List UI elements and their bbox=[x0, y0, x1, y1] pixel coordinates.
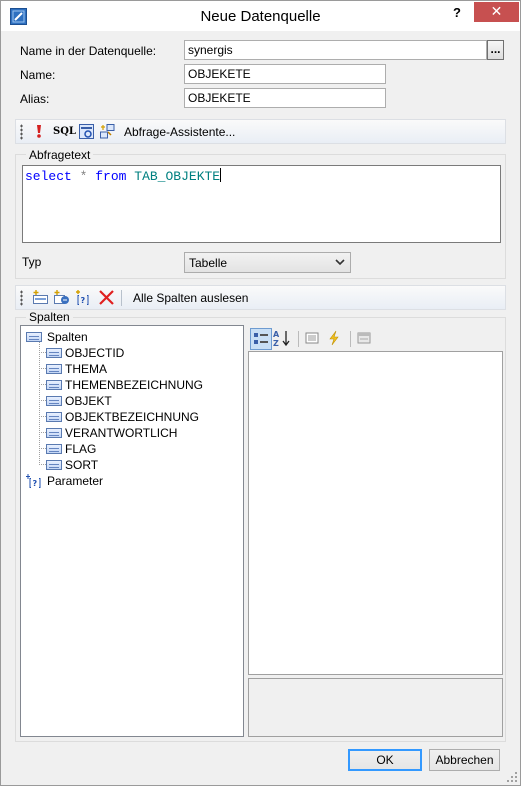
property-grid-toolbar: AZ bbox=[248, 327, 504, 351]
chevron-down-icon bbox=[335, 259, 345, 266]
close-button[interactable]: ✕ bbox=[474, 2, 519, 22]
read-all-columns-button[interactable]: Alle Spalten auslesen bbox=[133, 291, 248, 305]
properties-icon[interactable] bbox=[302, 328, 324, 350]
column-icon bbox=[46, 460, 62, 470]
ok-button[interactable]: OK bbox=[348, 749, 422, 771]
browse-button[interactable]: ... bbox=[487, 40, 504, 60]
column-icon bbox=[46, 348, 62, 358]
help-button[interactable]: ? bbox=[445, 4, 469, 24]
parameter-icon: ? bbox=[26, 474, 41, 488]
text-caret bbox=[220, 168, 222, 182]
typ-value: Tabelle bbox=[189, 256, 228, 270]
svg-text:?: ? bbox=[81, 296, 86, 305]
toolbar-separator bbox=[121, 290, 122, 306]
column-icon bbox=[46, 444, 62, 454]
column-icon bbox=[46, 396, 62, 406]
alphabetical-icon[interactable]: AZ bbox=[272, 328, 294, 350]
datasource-name-label: Name in der Datenquelle: bbox=[20, 44, 157, 58]
dialog-window: Neue Datenquelle ? ✕ Name in der Datenqu… bbox=[0, 0, 521, 786]
svg-text:?: ? bbox=[33, 479, 38, 488]
tree-line bbox=[39, 342, 40, 465]
query-group-title: Abfragetext bbox=[26, 148, 94, 162]
column-icon bbox=[46, 364, 62, 374]
alias-input[interactable]: OBJEKETE bbox=[184, 88, 386, 108]
toolbar-grip[interactable] bbox=[20, 124, 23, 140]
typ-dropdown[interactable]: Tabelle bbox=[184, 252, 351, 273]
query-toolbar: SQL Abfrage-Assistente... bbox=[15, 119, 506, 144]
column-icon bbox=[46, 412, 62, 422]
property-grid[interactable] bbox=[248, 351, 503, 675]
name-input[interactable]: OBJEKETE bbox=[184, 64, 386, 84]
toolbar-separator bbox=[298, 331, 299, 347]
name-label: Name: bbox=[20, 68, 56, 82]
add-column-icon[interactable] bbox=[32, 289, 49, 306]
add-parameter-icon[interactable]: ? bbox=[74, 289, 91, 306]
query-wizard-icon[interactable] bbox=[99, 123, 116, 140]
sql-table-name: TAB_OBJEKTE bbox=[134, 169, 221, 184]
query-test-icon[interactable] bbox=[78, 123, 95, 140]
svg-text:A: A bbox=[273, 330, 280, 339]
sql-icon[interactable]: SQL bbox=[53, 126, 76, 143]
sql-keyword-select: select bbox=[25, 169, 72, 184]
exclamation-icon[interactable] bbox=[34, 123, 44, 140]
svg-text:Z: Z bbox=[273, 339, 279, 348]
title-bar: Neue Datenquelle ? ✕ bbox=[1, 1, 520, 31]
columns-tree[interactable]: Spalten OBJECTID THEMA THEMENBEZEICHNUNG… bbox=[20, 325, 244, 737]
datasource-name-input[interactable]: synergis bbox=[184, 40, 487, 60]
property-description-pane bbox=[248, 678, 503, 737]
toolbar-separator bbox=[350, 331, 351, 347]
events-icon[interactable] bbox=[324, 328, 346, 350]
columns-toolbar: ? Alle Spalten auslesen bbox=[15, 285, 506, 310]
sql-star: * bbox=[79, 169, 88, 184]
typ-label: Typ bbox=[22, 255, 42, 269]
categorized-icon[interactable] bbox=[250, 328, 272, 350]
cancel-button[interactable]: Abbrechen bbox=[429, 749, 500, 771]
property-pages-icon[interactable] bbox=[354, 328, 376, 350]
table-icon bbox=[26, 332, 42, 342]
columns-group-title: Spalten bbox=[26, 310, 73, 324]
column-icon bbox=[46, 380, 62, 390]
sql-keyword-from: from bbox=[95, 169, 127, 184]
alias-label: Alias: bbox=[20, 92, 50, 106]
query-text-editor[interactable]: select * from TAB_OBJEKTE bbox=[22, 165, 501, 243]
add-expression-icon[interactable] bbox=[53, 289, 70, 306]
window-title: Neue Datenquelle bbox=[200, 8, 321, 25]
query-wizard-button[interactable]: Abfrage-Assistente... bbox=[124, 125, 235, 139]
column-icon bbox=[46, 428, 62, 438]
delete-icon[interactable] bbox=[98, 289, 115, 306]
toolbar-grip[interactable] bbox=[20, 290, 23, 306]
resize-grip-icon[interactable] bbox=[506, 771, 518, 783]
